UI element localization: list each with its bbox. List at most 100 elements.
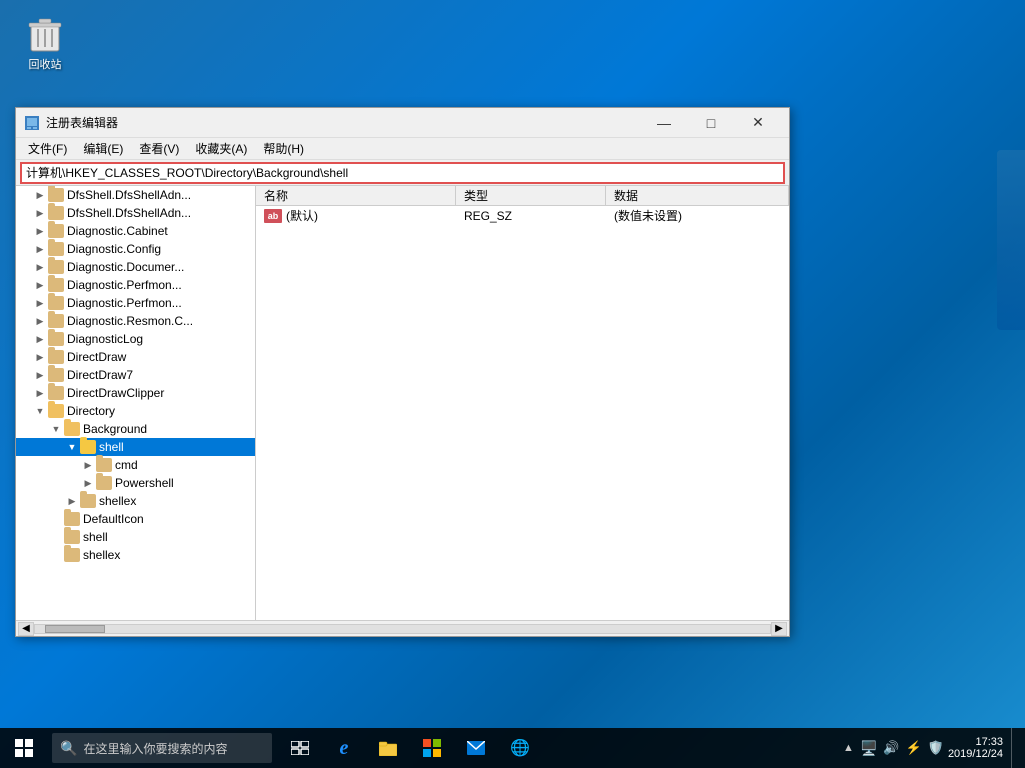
folder-icon	[48, 404, 64, 418]
tree-label: Diagnostic.Perfmon...	[67, 296, 182, 310]
expand-icon: ▶	[64, 493, 80, 509]
folder-icon	[48, 260, 64, 274]
tree-item-diagnostic-perfmon2[interactable]: ▶ Diagnostic.Perfmon...	[16, 294, 255, 312]
tree-panel[interactable]: ▶ DfsShell.DfsShellAdn... ▶ DfsShell.Dfs…	[16, 186, 256, 620]
recycle-bin-image	[25, 14, 65, 54]
folder-icon	[64, 548, 80, 562]
tree-item-powershell[interactable]: ▶ Powershell	[16, 474, 255, 492]
folder-icon	[48, 206, 64, 220]
col-header-data[interactable]: 数据	[606, 186, 789, 205]
tree-item-defaulticon[interactable]: DefaultIcon	[16, 510, 255, 528]
tree-item-directory[interactable]: ▼ Directory	[16, 402, 255, 420]
tree-item-dfsshell2[interactable]: ▶ DfsShell.DfsShellAdn...	[16, 204, 255, 222]
tree-label: shell	[83, 530, 108, 544]
folder-icon	[64, 512, 80, 526]
tray-up-arrow[interactable]: ▲	[843, 742, 854, 754]
menu-edit[interactable]: 编辑(E)	[75, 139, 131, 159]
tree-label: shellex	[83, 548, 120, 562]
horizontal-scrollbar[interactable]: ◀ ▶	[16, 620, 789, 636]
expand-icon: ▶	[80, 475, 96, 491]
show-desktop-button[interactable]	[1011, 728, 1017, 768]
taskbar: 🔍 在这里输入你要搜索的内容 e	[0, 728, 1025, 768]
folder-icon	[64, 422, 80, 436]
tree-item-diagnostic-documer[interactable]: ▶ Diagnostic.Documer...	[16, 258, 255, 276]
tree-label: Diagnostic.Config	[67, 242, 161, 256]
expand-icon	[48, 529, 64, 545]
folder-icon	[80, 440, 96, 454]
tree-item-diagnostic-cabinet[interactable]: ▶ Diagnostic.Cabinet	[16, 222, 255, 240]
expand-icon: ▶	[32, 349, 48, 365]
minimize-button[interactable]: —	[641, 108, 687, 138]
cell-type: REG_SZ	[456, 206, 606, 225]
file-explorer-button[interactable]	[368, 728, 408, 768]
expand-icon: ▶	[32, 223, 48, 239]
tree-label: DirectDraw	[67, 350, 126, 364]
tree-item-shell2[interactable]: shell	[16, 528, 255, 546]
close-button[interactable]: ✕	[735, 108, 781, 138]
ab-icon: ab	[264, 209, 282, 223]
tree-label: DiagnosticLog	[67, 332, 143, 346]
maximize-button[interactable]: □	[688, 108, 734, 138]
tree-label: Diagnostic.Perfmon...	[67, 278, 182, 292]
taskbar-search[interactable]: 🔍 在这里输入你要搜索的内容	[52, 733, 272, 763]
tree-label: Directory	[67, 404, 115, 418]
address-input[interactable]	[20, 162, 785, 184]
scroll-left-button[interactable]: ◀	[18, 622, 34, 636]
menu-view[interactable]: 查看(V)	[131, 139, 187, 159]
expand-icon: ▶	[32, 367, 48, 383]
expand-icon: ▶	[32, 205, 48, 221]
tree-label: Background	[83, 422, 147, 436]
table-row[interactable]: ab (默认) REG_SZ (数值未设置)	[256, 206, 789, 226]
expand-icon: ▶	[32, 277, 48, 293]
folder-icon	[48, 350, 64, 364]
folder-icon	[48, 278, 64, 292]
tree-item-diagnostic-perfmon1[interactable]: ▶ Diagnostic.Perfmon...	[16, 276, 255, 294]
tree-item-diagnostic-resmon[interactable]: ▶ Diagnostic.Resmon.C...	[16, 312, 255, 330]
tree-label: DefaultIcon	[83, 512, 144, 526]
mail-button[interactable]	[456, 728, 496, 768]
row-name-label: (默认)	[286, 207, 318, 224]
folder-icon	[48, 314, 64, 328]
tree-item-dfsshell1[interactable]: ▶ DfsShell.DfsShellAdn...	[16, 186, 255, 204]
col-header-name[interactable]: 名称	[256, 186, 456, 205]
store-button[interactable]	[412, 728, 452, 768]
cortana-button[interactable]: 🌐	[500, 728, 540, 768]
tree-item-shellex-sub[interactable]: ▶ shellex	[16, 492, 255, 510]
task-view-button[interactable]	[280, 728, 320, 768]
tree-item-cmd[interactable]: ▶ cmd	[16, 456, 255, 474]
regedit-window: 注册表编辑器 — □ ✕ 文件(F) 编辑(E) 查看(V) 收藏夹(A) 帮助…	[15, 107, 790, 637]
menu-file[interactable]: 文件(F)	[20, 139, 75, 159]
scroll-right-button[interactable]: ▶	[771, 622, 787, 636]
tree-item-diagnostic-config[interactable]: ▶ Diagnostic.Config	[16, 240, 255, 258]
folder-icon	[48, 188, 64, 202]
taskbar-search-text: 在这里输入你要搜索的内容	[83, 740, 227, 757]
taskbar-center: e 🌐	[280, 728, 540, 768]
menu-favorites[interactable]: 收藏夹(A)	[187, 139, 255, 159]
tree-label: shell	[99, 440, 124, 454]
scroll-track[interactable]	[34, 624, 771, 634]
col-header-type[interactable]: 类型	[456, 186, 606, 205]
scroll-thumb[interactable]	[45, 625, 105, 633]
menu-help[interactable]: 帮助(H)	[255, 139, 312, 159]
expand-icon: ▶	[32, 385, 48, 401]
expand-icon: ▼	[48, 421, 64, 437]
recycle-bin-icon[interactable]: 回收站	[10, 10, 80, 76]
ie-button[interactable]: e	[324, 728, 364, 768]
window-title: 注册表编辑器	[46, 114, 641, 131]
start-button[interactable]	[0, 728, 48, 768]
tree-item-shellex2[interactable]: shellex	[16, 546, 255, 564]
tree-item-background[interactable]: ▼ Background	[16, 420, 255, 438]
tree-item-shell[interactable]: ▼ shell	[16, 438, 255, 456]
regedit-window-icon	[24, 115, 40, 131]
clock-date: 2019/12/24	[948, 748, 1003, 760]
expand-icon: ▶	[32, 241, 48, 257]
tree-item-directdraw[interactable]: ▶ DirectDraw	[16, 348, 255, 366]
folder-icon	[48, 224, 64, 238]
tree-item-diagnosticlog[interactable]: ▶ DiagnosticLog	[16, 330, 255, 348]
tree-item-directdrawclipper[interactable]: ▶ DirectDrawClipper	[16, 384, 255, 402]
system-tray: ▲ 🖥️ 🔊 ⚡ 🛡️	[843, 740, 944, 757]
main-content: ▶ DfsShell.DfsShellAdn... ▶ DfsShell.Dfs…	[16, 186, 789, 620]
taskbar-clock[interactable]: 17:33 2019/12/24	[948, 736, 1003, 760]
tree-item-directdraw7[interactable]: ▶ DirectDraw7	[16, 366, 255, 384]
volume-icon[interactable]: 🔊	[883, 740, 899, 756]
